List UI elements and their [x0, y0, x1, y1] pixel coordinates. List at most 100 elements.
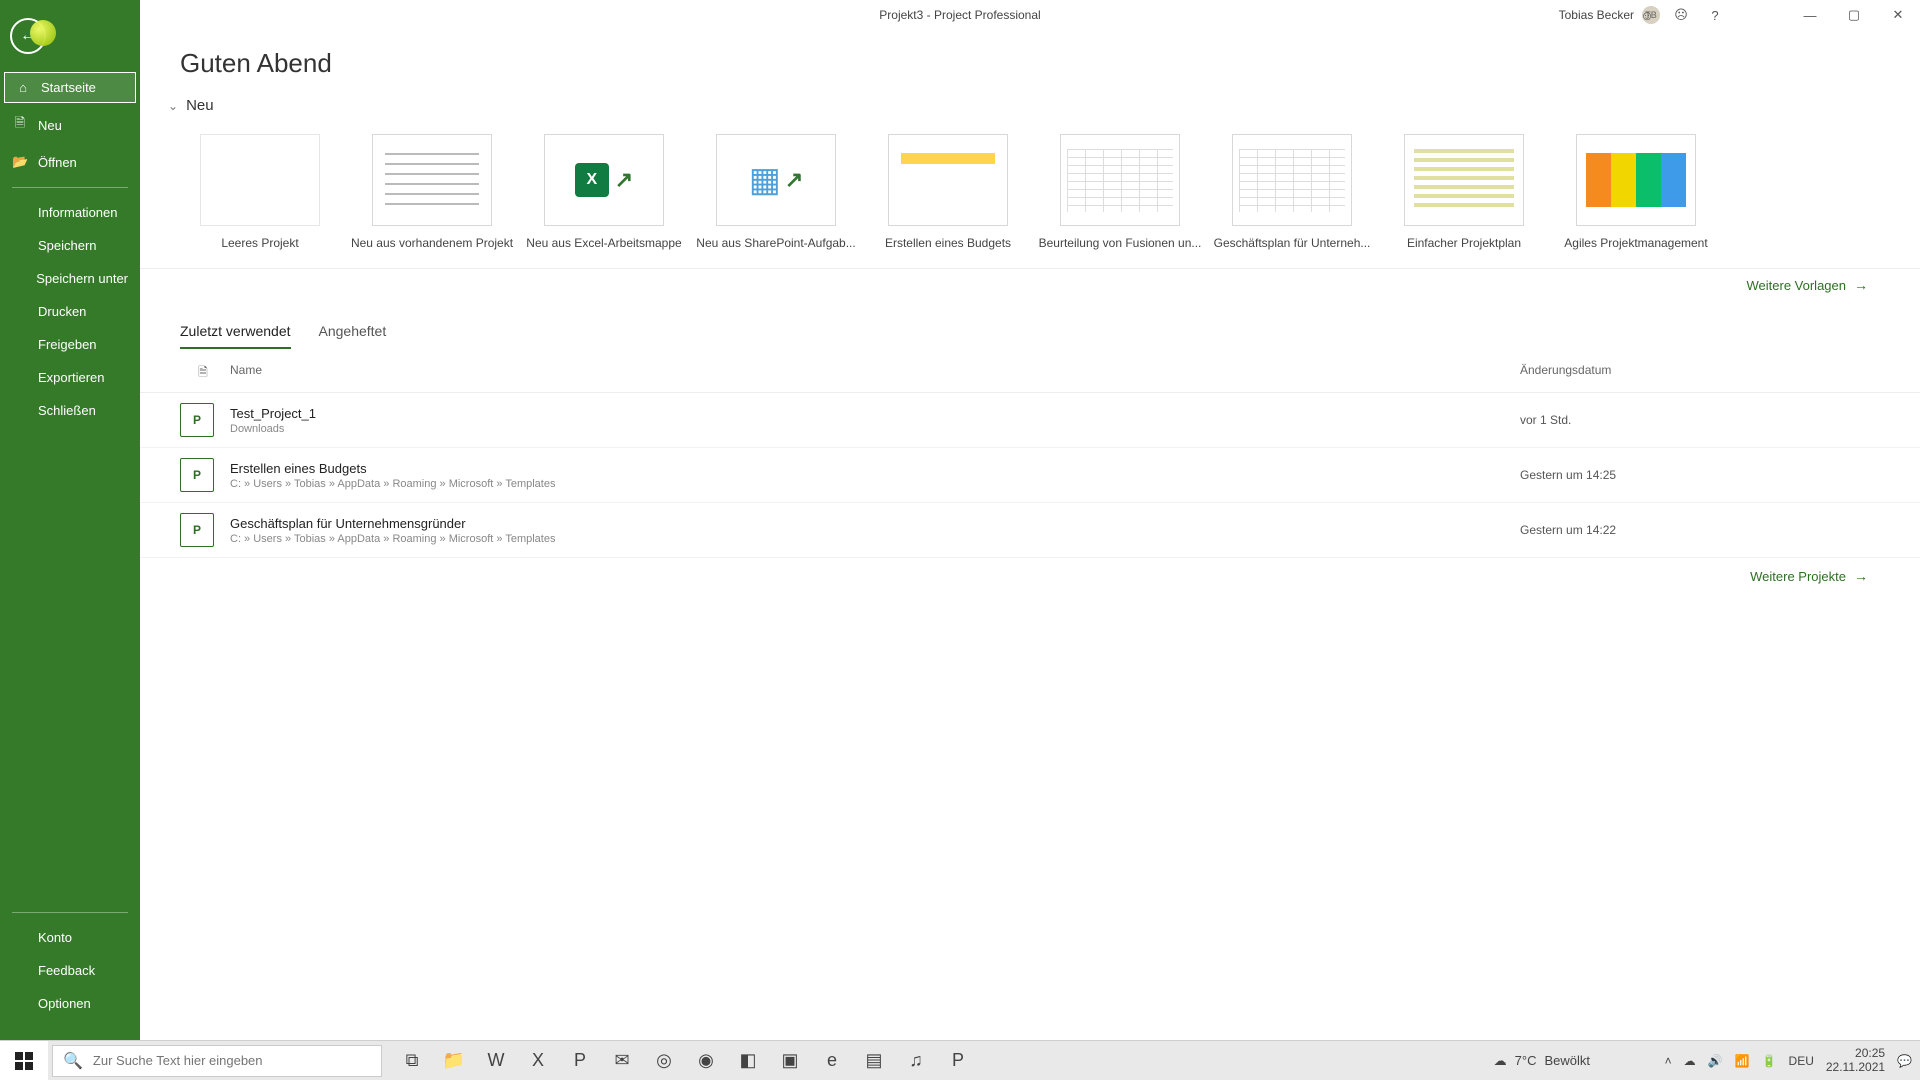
windows-logo-icon — [15, 1052, 33, 1070]
recent-date: vor 1 Std. — [1520, 413, 1860, 427]
search-input[interactable] — [93, 1053, 371, 1068]
action-center-icon[interactable]: 💬 — [1897, 1054, 1912, 1068]
recent-item[interactable]: P Geschäftsplan für Unternehmensgründer … — [140, 503, 1920, 558]
taskbar-weather[interactable]: ☁ 7°C Bewölkt — [1494, 1053, 1590, 1069]
tray-volume-icon[interactable]: 🔊 — [1708, 1054, 1723, 1068]
sidebar-label: Startseite — [41, 80, 96, 95]
recent-item[interactable]: P Erstellen eines Budgets C: » Users » T… — [140, 448, 1920, 503]
tray-lang[interactable]: DEU — [1789, 1054, 1814, 1068]
tab-pinned[interactable]: Angeheftet — [319, 323, 387, 349]
app-icon[interactable]: ▣ — [770, 1041, 810, 1080]
template-simple-plan[interactable]: Einfacher Projektplan — [1404, 134, 1524, 250]
spotify-icon[interactable]: ♫ — [896, 1041, 936, 1080]
minimize-button[interactable]: — — [1788, 0, 1832, 30]
cursor-highlight — [30, 20, 56, 46]
backstage-main: Guten Abend ⌄ Neu Leeres Projekt Neu aus… — [140, 30, 1920, 1040]
sidebar-item-feedback[interactable]: Feedback — [0, 954, 140, 987]
more-projects-link[interactable]: Weitere Projekte → — [1750, 568, 1868, 584]
tray-wifi-icon[interactable]: 📶 — [1735, 1054, 1750, 1068]
obs-icon[interactable]: ◉ — [686, 1041, 726, 1080]
tray-battery-icon[interactable]: 🔋 — [1762, 1054, 1777, 1068]
template-from-existing[interactable]: Neu aus vorhandenem Projekt — [372, 134, 492, 250]
col-name: Name — [220, 363, 1520, 384]
task-view-icon[interactable]: ⧉ — [392, 1041, 432, 1080]
recent-tabs: Zuletzt verwendet Angeheftet — [140, 301, 1920, 349]
template-merger[interactable]: Beurteilung von Fusionen un... — [1060, 134, 1180, 250]
user-name: Tobias Becker — [1559, 8, 1634, 22]
template-business-plan[interactable]: Geschäftsplan für Unterneh... — [1232, 134, 1352, 250]
sidebar-item-exportieren[interactable]: Exportieren — [0, 361, 140, 394]
chrome-icon[interactable]: ◎ — [644, 1041, 684, 1080]
sidebar-separator — [12, 187, 128, 188]
col-date: Änderungsdatum — [1520, 363, 1860, 384]
sidebar-item-freigeben[interactable]: Freigeben — [0, 328, 140, 361]
sidebar-label: Öffnen — [38, 155, 77, 170]
template-agile[interactable]: Agiles Projektmanagement — [1576, 134, 1696, 250]
sidebar-item-startseite[interactable]: ⌂ Startseite — [4, 72, 136, 103]
weather-icon: ☁ — [1494, 1053, 1507, 1069]
project-file-icon: P — [180, 403, 214, 437]
taskbar-clock[interactable]: 20:25 22.11.2021 — [1826, 1047, 1885, 1073]
recent-path: C: » Users » Tobias » AppData » Roaming … — [230, 533, 1520, 545]
arrow-right-icon: → — [1854, 277, 1868, 293]
recent-item[interactable]: P Test_Project_1 Downloads vor 1 Std. — [140, 393, 1920, 448]
template-from-sharepoint[interactable]: Neu aus SharePoint-Aufgab... — [716, 134, 836, 250]
template-from-excel[interactable]: Neu aus Excel-Arbeitsmappe — [544, 134, 664, 250]
project-icon[interactable]: P — [938, 1041, 978, 1080]
notepad-icon[interactable]: ▤ — [854, 1041, 894, 1080]
windows-taskbar: 🔍 ⧉ 📁 W X P ✉ ◎ ◉ ◧ ▣ e ▤ ♫ P ☁ 7°C Bewö… — [0, 1040, 1920, 1080]
weather-text: Bewölkt — [1544, 1053, 1590, 1068]
col-icon: 🗎 — [186, 363, 220, 384]
search-icon: 🔍 — [63, 1051, 83, 1071]
greeting-heading: Guten Abend — [140, 30, 1920, 97]
sidebar-item-speichern[interactable]: Speichern — [0, 229, 140, 262]
recent-date: Gestern um 14:22 — [1520, 523, 1860, 537]
clock-time: 20:25 — [1826, 1047, 1885, 1060]
recent-date: Gestern um 14:25 — [1520, 468, 1860, 482]
powerpoint-icon[interactable]: P — [560, 1041, 600, 1080]
window-title: Projekt3 - Project Professional — [879, 8, 1040, 22]
weather-temp: 7°C — [1515, 1053, 1537, 1068]
tray-chevron-icon[interactable]: ˄ — [1665, 1054, 1672, 1068]
maximize-button[interactable]: ▢ — [1832, 0, 1876, 30]
file-explorer-icon[interactable]: 📁 — [434, 1041, 474, 1080]
start-button[interactable] — [0, 1041, 48, 1080]
sidebar-item-schliessen[interactable]: Schließen — [0, 394, 140, 427]
project-file-icon: P — [180, 458, 214, 492]
chevron-down-icon: ⌄ — [168, 99, 178, 113]
backstage-sidebar: ← ⌂ Startseite 🗎 Neu 📂 Öffnen Informatio… — [0, 0, 140, 1040]
word-icon[interactable]: W — [476, 1041, 516, 1080]
template-gallery: Leeres Projekt Neu aus vorhandenem Proje… — [140, 120, 1920, 268]
close-button[interactable]: ✕ — [1876, 0, 1920, 30]
sidebar-item-drucken[interactable]: Drucken — [0, 295, 140, 328]
new-icon: 🗎 — [12, 114, 28, 136]
sidebar-item-optionen[interactable]: Optionen — [0, 987, 140, 1020]
recent-name: Test_Project_1 — [230, 406, 1520, 421]
tray-onedrive-icon[interactable]: ☁ — [1684, 1054, 1696, 1068]
taskbar-search[interactable]: 🔍 — [52, 1045, 382, 1077]
help-icon[interactable]: ? — [1698, 0, 1732, 30]
more-templates-link[interactable]: Weitere Vorlagen → — [1747, 277, 1869, 293]
recent-name: Geschäftsplan für Unternehmensgründer — [230, 516, 1520, 531]
sidebar-item-speichern-unter[interactable]: Speichern unter — [0, 262, 140, 295]
feedback-smile-icon[interactable]: ☺ — [1630, 0, 1664, 30]
sidebar-separator — [12, 912, 128, 913]
tab-recent[interactable]: Zuletzt verwendet — [180, 323, 291, 349]
clock-date: 22.11.2021 — [1826, 1061, 1885, 1074]
new-section-header[interactable]: ⌄ Neu — [140, 97, 1920, 120]
template-budget[interactable]: Erstellen eines Budgets — [888, 134, 1008, 250]
sidebar-item-neu[interactable]: 🗎 Neu — [0, 105, 140, 145]
sidebar-item-oeffnen[interactable]: 📂 Öffnen — [0, 145, 140, 179]
template-blank[interactable]: Leeres Projekt — [200, 134, 320, 250]
sidebar-item-konto[interactable]: Konto — [0, 921, 140, 954]
back-button[interactable]: ← — [10, 18, 46, 54]
app-icon[interactable]: ◧ — [728, 1041, 768, 1080]
sidebar-item-informationen[interactable]: Informationen — [0, 196, 140, 229]
mail-icon[interactable]: ✉ — [602, 1041, 642, 1080]
recent-path: C: » Users » Tobias » AppData » Roaming … — [230, 478, 1520, 490]
sidebar-label: Neu — [38, 118, 62, 133]
recent-path: Downloads — [230, 423, 1520, 435]
excel-icon[interactable]: X — [518, 1041, 558, 1080]
edge-icon[interactable]: e — [812, 1041, 852, 1080]
feedback-frown-icon[interactable]: ☹ — [1664, 0, 1698, 30]
